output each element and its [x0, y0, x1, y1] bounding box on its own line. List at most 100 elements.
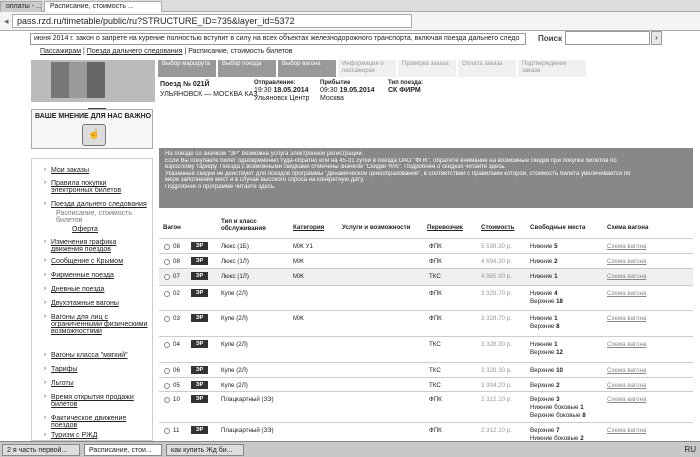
seat-count: 1 [554, 315, 558, 322]
step-label: Проверка заказа [402, 61, 449, 67]
seat-count: 2 [556, 382, 560, 389]
seat-type: Верхние [530, 323, 555, 330]
carrier: ТКС [429, 341, 441, 348]
wagon-scheme-link[interactable]: Схема вагона [607, 367, 646, 374]
col-header-cost[interactable]: Стоимость [481, 224, 514, 231]
table-row[interactable]: 08 ЭР Люкс (1Б) МЖ У1 ФПК 5 598.30 р. Нижние 5… [159, 238, 693, 253]
wagon-radio[interactable] [164, 316, 170, 322]
sidebar-item-crimea[interactable]: › Сообщение с Крымом [35, 258, 149, 265]
language-indicator[interactable]: RU [684, 445, 696, 454]
sidebar-item-schedule-changes[interactable]: › Изменения графика движения поездов [35, 239, 149, 253]
seat-count: 8 [582, 412, 586, 419]
breadcrumb-link[interactable]: Пассажирам [40, 48, 81, 55]
table-row[interactable]: 04 ЭР Купе (2Л) ТКС 3 328.30 р. Нижние 1 Верхн… [159, 336, 693, 362]
wagon-scheme-link[interactable]: Схема вагона [607, 315, 646, 322]
col-header-category[interactable]: Категория [293, 224, 324, 231]
e-registration-badge: ЭР [191, 272, 208, 280]
step-train[interactable]: Выбор поезда [218, 60, 276, 77]
table-row[interactable]: 05 ЭР Купе (2Л) ТКС 3 904.20 р. Верхние 2 Схем… [159, 377, 693, 391]
taskbar-item-label: 2 я часть первой... [7, 447, 68, 454]
wagon-scheme-link[interactable]: Схема вагона [607, 427, 646, 434]
wagon-scheme-link[interactable]: Схема вагона [607, 382, 646, 389]
col-header-carrier[interactable]: Перевозчик [427, 224, 463, 231]
sidebar-item-day-trains[interactable]: › Дневные поезда [35, 286, 149, 293]
browser-tab[interactable]: оплаты - ... [0, 1, 42, 12]
sidebar-item-my-orders[interactable]: › Мои заказы [35, 167, 149, 174]
service-class: Люкс (1Б) [221, 243, 249, 250]
sidebar-item-tourism[interactable]: › Туризм с РЖД [35, 432, 149, 439]
wagon-radio[interactable] [164, 259, 170, 265]
table-row[interactable]: 06 ЭР Купе (2Л) ТКС 3 328.30 р. Верхние 10 Схе… [159, 362, 693, 377]
step-route[interactable]: Выбор маршрута [158, 60, 216, 77]
url-field[interactable]: pass.rzd.ru/timetable/public/ru?STRUCTUR… [12, 14, 412, 28]
service-class: Купе (2Л) [221, 341, 248, 348]
browser-tab-active[interactable]: Расписание, стоимость ... [44, 1, 162, 12]
step-label: Выбор поезда [222, 61, 262, 67]
sidebar-item-tariffs[interactable]: › Тарифы [35, 366, 149, 373]
table-row[interactable]: 03 ЭР Купе (2Л) МЖ ФПК 3 328.70 р. Нижние 1 Вер… [159, 310, 693, 336]
sidebar-item-benefits[interactable]: › Льготы [35, 380, 149, 387]
search-input[interactable] [565, 31, 650, 45]
sidebar-item-double-deck[interactable]: › Двухэтажные вагоны [35, 300, 149, 307]
free-seats: Нижние 4 [530, 290, 558, 297]
sidebar-item-label: Изменения графика движения поездов [51, 239, 117, 253]
wagon-radio[interactable] [164, 244, 170, 250]
departure-station: Ульяновск Центр [254, 95, 310, 102]
feedback-widget[interactable]: ВАШЕ МНЕНИЕ ДЛЯ НАС ВАЖНО ☝ [31, 109, 153, 149]
sidebar-item-label: Дневные поезда [51, 286, 105, 293]
seat-type: Нижние [530, 243, 553, 250]
wagon-radio[interactable] [164, 428, 170, 434]
wagon-radio[interactable] [164, 368, 170, 374]
ticket-price: 4 985.90 р. [481, 273, 512, 280]
wagon-scheme-link[interactable]: Схема вагона [607, 258, 646, 265]
back-icon[interactable]: ◂ [4, 16, 9, 27]
sidebar-item-sale-opening[interactable]: › Время открытия продажи билетов [35, 394, 149, 408]
wagon-scheme-link[interactable]: Схема вагона [607, 290, 646, 297]
sidebar-subitem-label: Расписание, стоимость билетов [56, 210, 132, 224]
sidebar-item-soft-class[interactable]: › Вагоны класса "мягкий" [35, 352, 149, 359]
e-registration-badge: ЭР [191, 289, 208, 297]
wagon-scheme-link[interactable]: Схема вагона [607, 273, 646, 280]
seat-count: 3 [556, 396, 560, 403]
wagon-radio[interactable] [164, 274, 170, 280]
seat-type: Нижние [530, 341, 553, 348]
carrier: ФПК [429, 290, 442, 297]
notice-line: взрослому тарифу. Поезда с возможными ск… [165, 164, 507, 171]
wagon-radio[interactable] [164, 397, 170, 403]
wagon-scheme-link[interactable]: Схема вагона [607, 396, 646, 403]
wagon-scheme-link[interactable]: Схема вагона [607, 243, 646, 250]
sidebar-item-rules[interactable]: › Правила покупки электронных билетов [35, 180, 149, 194]
sidebar-subitem-offer[interactable]: Оферта [72, 226, 152, 233]
sidebar-item-accessible[interactable]: › Вагоны для лиц с ограниченными физическ… [35, 314, 149, 335]
sidebar-item-actual-movement[interactable]: › Фактическое движение поездов [35, 415, 149, 429]
carrier: ФПК [429, 427, 442, 434]
table-row[interactable]: 02 ЭР Купе (2Л) ФПК 3 328.70 р. Нижние 4 Верхн… [159, 285, 693, 310]
taskbar-item-active[interactable]: Расписание, стои... [84, 444, 162, 456]
wagon-radio[interactable] [164, 383, 170, 389]
table-row[interactable]: 07 ЭР Люкс (1Л) МЖ ТКС 4 985.90 р. Нижние 1 Схе… [159, 268, 693, 285]
table-row[interactable]: 11 ЭР Плацкартный (3Э) ФПК 2 312.10 р. Верхни… [159, 422, 693, 441]
wagon-number: 08 [173, 243, 180, 250]
wagon-radio[interactable] [164, 342, 170, 348]
taskbar-item[interactable]: как купить Жд би... [166, 444, 244, 456]
taskbar-item[interactable]: 2 я часть первой... [2, 444, 80, 456]
wagon-radio[interactable] [164, 291, 170, 297]
wagon-scheme-link[interactable]: Схема вагона [607, 341, 646, 348]
notice-line: Подробнее о программе читайте здесь. [165, 183, 276, 190]
ticket-price: 4 694.30 р. [481, 258, 512, 265]
ticket-price: 3 904.20 р. [481, 382, 512, 389]
sidebar-item-branded-trains[interactable]: › Фирменные поезда [35, 272, 149, 279]
carrier: ТКС [429, 273, 441, 280]
seat-type: Нижние [530, 273, 553, 280]
breadcrumb-link[interactable]: Поезда дальнего следования [87, 48, 183, 55]
e-registration-badge: ЭР [191, 426, 208, 434]
sidebar-subitem-schedule[interactable]: Расписание, стоимость билетов [56, 210, 146, 224]
step-confirm: Подтверждение заказа [518, 60, 586, 77]
seat-count: 8 [556, 323, 560, 330]
table-row[interactable]: 08 ЭР Люкс (1Л) МЖ ФПК 4 694.30 р. Нижние 2 Схе… [159, 253, 693, 268]
step-label: Подтверждение заказа [522, 61, 567, 74]
sidebar-item-long-distance[interactable]: › Поезда дальнего следования [35, 201, 149, 208]
table-row[interactable]: 10 ЭР Плацкартный (3Э) ФПК 2 312.10 р. Верхни… [159, 391, 693, 422]
search-button[interactable]: › [651, 31, 662, 45]
service-class: Плацкартный (3Э) [221, 396, 274, 403]
